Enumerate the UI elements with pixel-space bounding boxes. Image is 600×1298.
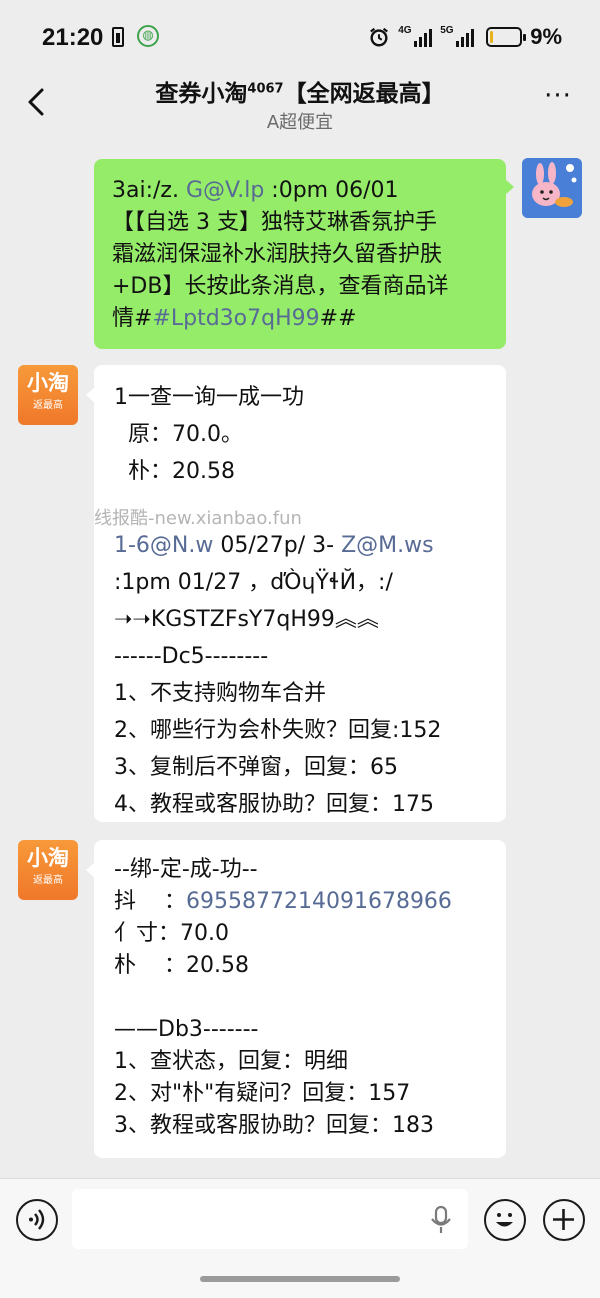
microphone-icon[interactable] — [428, 1205, 454, 1235]
message-line: 亻寸：70.0 — [114, 921, 229, 946]
battery-percent: 9% — [530, 24, 562, 49]
message-line: 1一查一询一成一功 — [114, 385, 304, 410]
plus-icon — [553, 1209, 574, 1230]
more-options-button[interactable]: ··· — [540, 83, 576, 116]
message-line: 1-6@N.w 05/27p/ 3- Z@M.ws — [114, 527, 486, 564]
text-segment: 抖 ： — [114, 889, 186, 914]
message-line: ------Dc5-------- — [114, 644, 269, 669]
emoji-button[interactable] — [484, 1199, 526, 1241]
voice-input-button[interactable] — [16, 1199, 58, 1241]
battery-icon — [486, 27, 527, 47]
smiley-face-icon — [496, 1213, 513, 1227]
message-line: ——Db3------- — [114, 1017, 259, 1042]
message-line: 2、对"朴"有疑问？回复：157 — [114, 1081, 411, 1106]
message-line: 4、教程或客服协助？回复：175 — [114, 792, 434, 817]
message-line: 1、查状态，回复：明细 — [114, 1049, 348, 1074]
app-notification-icon: ◍ — [137, 25, 159, 47]
avatar-logo-subtext: 返最高 — [33, 400, 63, 411]
message-line: +DB】长按此条消息，查看商品详 — [112, 274, 449, 299]
message-line: 3、复制后不弹窗，回复：65 — [114, 755, 398, 780]
message-line: 3、教程或客服协助？回复：183 — [114, 1113, 434, 1138]
alarm-icon — [370, 27, 389, 47]
message-link[interactable]: #Lptd3o7qH99 — [152, 306, 319, 331]
bot-avatar[interactable]: 小淘 返最高 — [18, 840, 78, 900]
message-link[interactable]: 1-6@N.w — [114, 533, 213, 558]
chat-header: 查券小淘4067【全网返最高】 A超便宜 ··· — [0, 72, 600, 138]
message-text-input[interactable] — [72, 1189, 468, 1249]
home-indicator[interactable] — [200, 1276, 400, 1282]
message-link[interactable]: G@V.lp — [186, 178, 264, 203]
status-icons: 4G 5G 9% — [368, 22, 562, 52]
message-line: ➝➝KGSTZFsY7qH99︽︽ — [114, 607, 379, 632]
watermark-text: 线报酷-new.xianbao.fun — [94, 508, 302, 529]
signal-5g-icon: 5G — [440, 25, 475, 49]
message-line: 情##Lptd3o7qH99## — [112, 303, 488, 335]
message-line: --绑-定-成-功-- — [114, 857, 258, 882]
message-link[interactable]: Z@M.ws — [341, 533, 434, 558]
chat-subtitle: A超便宜 — [266, 112, 334, 133]
network-label-4g: 4G — [398, 25, 412, 36]
text-segment: 情# — [112, 306, 153, 331]
charging-notification-icon — [112, 27, 124, 47]
message-line: 朴 ：20.58 — [114, 953, 249, 978]
message-link[interactable]: 6955877214091678966 — [186, 889, 452, 914]
received-message-bubble[interactable]: 1一查一询一成一功 原：70.0。 朴：20.58 1-6@N.w 05/27p… — [86, 365, 506, 822]
message-line: 抖 ：6955877214091678966 — [114, 886, 486, 918]
message-line: 霜滋润保湿补水润肤持久留香护肤 — [112, 242, 443, 267]
message-line: 3ai:/z. G@V.lp :0pm 06/01 — [112, 175, 488, 207]
chat-title-count: 4067 — [247, 81, 284, 97]
avatar-logo-text: 小淘 — [27, 370, 69, 395]
text-segment: 3ai:/z. — [112, 178, 186, 203]
message-list[interactable]: 3ai:/z. G@V.lp :0pm 06/01 【【自选 3 支】独特艾琳香… — [0, 138, 600, 1178]
cartoon-rabbit-icon — [522, 158, 582, 218]
avatar-logo-text: 小淘 — [27, 845, 69, 870]
user-avatar[interactable] — [522, 158, 582, 218]
message-line: :1pm 01/27 ，ďÒɥŸɬЙ，:/ — [114, 570, 393, 595]
message-line: 2、哪些行为会朴失败？回复:152 — [114, 718, 442, 743]
message-line: 原：70.0。 — [114, 422, 243, 447]
network-label-5g: 5G — [440, 25, 454, 36]
text-segment: 05/27p/ 3- — [213, 533, 342, 558]
chat-title-main: 查券小淘 — [155, 81, 248, 107]
message-line: 1、不支持购物车合并 — [114, 681, 326, 706]
avatar-logo-subtext: 返最高 — [33, 875, 63, 886]
message-line: 朴：20.58 — [114, 459, 235, 484]
sent-message-bubble[interactable]: 3ai:/z. G@V.lp :0pm 06/01 【【自选 3 支】独特艾琳香… — [94, 159, 514, 349]
text-segment: :0pm 06/01 — [264, 178, 399, 203]
chat-title: 查券小淘4067【全网返最高】 — [0, 74, 600, 108]
status-time: 21:20 — [42, 24, 104, 51]
chat-title-tail: 【全网返最高】 — [283, 81, 445, 107]
voice-wave-icon — [29, 1209, 45, 1230]
more-actions-button[interactable] — [543, 1199, 585, 1241]
bot-avatar[interactable]: 小淘 返最高 — [18, 365, 78, 425]
text-segment: ## — [319, 306, 357, 331]
message-line: 【【自选 3 支】独特艾琳香氛护手 — [112, 210, 437, 235]
received-message-bubble[interactable]: --绑-定-成-功-- 抖 ：6955877214091678966 亻寸：70… — [86, 840, 506, 1158]
status-bar: 21:20 ◍ 4G 5G 9% — [0, 0, 600, 72]
battery-level-fill — [490, 31, 494, 43]
signal-4g-icon: 4G — [398, 25, 433, 49]
